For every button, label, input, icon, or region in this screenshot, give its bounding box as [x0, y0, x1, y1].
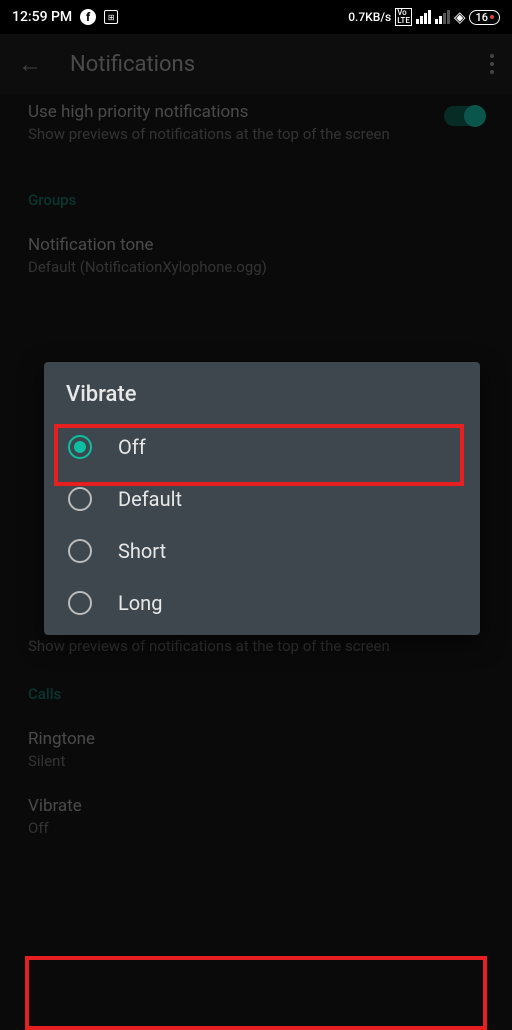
ringtone-setting[interactable]: Ringtone Silent — [28, 717, 484, 784]
call-vibrate-sub: Off — [28, 818, 484, 839]
dialog-title: Vibrate — [56, 378, 468, 421]
high-priority-title: Use high priority notifications — [28, 102, 390, 122]
notification-tone-setting[interactable]: Notification tone Default (NotificationX… — [28, 223, 484, 290]
radio-option-default[interactable]: Default — [56, 473, 468, 525]
section-groups: Groups — [28, 163, 484, 223]
status-time: 12:59 PM — [12, 9, 72, 25]
status-bar: 12:59 PM f ⊞ 0.7KB/s VoLTE ◈ 16 — [0, 0, 512, 34]
facebook-icon: f — [80, 9, 96, 25]
ringtone-sub: Silent — [28, 751, 484, 772]
vibrate-dialog: Vibrate Off Default Short Long — [44, 362, 480, 635]
call-vibrate-setting[interactable]: Vibrate Off — [28, 784, 484, 851]
call-vibrate-title: Vibrate — [28, 796, 484, 816]
signal-icon-1 — [416, 10, 431, 24]
menu-icon[interactable] — [490, 54, 494, 74]
radio-label-off: Off — [118, 435, 146, 459]
radio-label-short: Short — [118, 539, 166, 563]
wifi-icon: ◈ — [454, 8, 466, 26]
high-priority-toggle[interactable] — [444, 106, 484, 126]
radio-option-off[interactable]: Off — [56, 421, 468, 473]
radio-option-short[interactable]: Short — [56, 525, 468, 577]
page-title: Notifications — [70, 52, 462, 77]
apps-icon: ⊞ — [104, 10, 118, 24]
radio-icon — [68, 435, 92, 459]
highlight-box-vibrate — [25, 956, 487, 1030]
radio-icon — [68, 539, 92, 563]
ringtone-title: Ringtone — [28, 729, 484, 749]
high-priority-sub: Show previews of notifications at the to… — [28, 124, 390, 145]
signal-icon-2 — [435, 10, 450, 24]
high-priority-setting[interactable]: Use high priority notifications Show pre… — [28, 94, 484, 163]
network-speed: 0.7KB/s — [348, 10, 391, 24]
section-calls: Calls — [28, 657, 484, 717]
battery-icon: 16 — [469, 10, 500, 25]
radio-label-default: Default — [118, 487, 182, 511]
notification-tone-sub: Default (NotificationXylophone.ogg) — [28, 257, 484, 278]
app-bar: ← Notifications — [0, 34, 512, 94]
radio-icon — [68, 487, 92, 511]
preview-sub: Show previews of notifications at the to… — [28, 636, 484, 657]
radio-icon — [68, 591, 92, 615]
radio-label-long: Long — [118, 591, 162, 615]
notification-tone-title: Notification tone — [28, 235, 484, 255]
radio-option-long[interactable]: Long — [56, 577, 468, 629]
volte-icon: VoLTE — [395, 8, 412, 26]
back-icon[interactable]: ← — [18, 50, 42, 79]
